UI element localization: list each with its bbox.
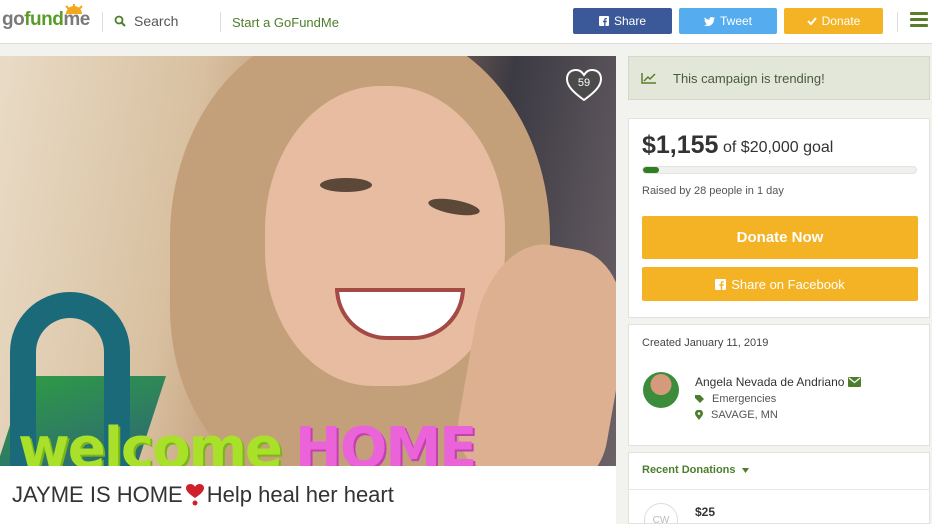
created-date: Created January 11, 2019: [642, 337, 769, 349]
campaign-title: JAYME IS HOME Help heal her heart: [12, 482, 394, 507]
search-label: Search: [134, 13, 179, 29]
hamburger-menu-icon[interactable]: [910, 12, 928, 28]
campaign-hero-image[interactable]: welcome HOME: [0, 56, 616, 466]
top-nav: gofundme Search Start a GoFundMe Share T…: [0, 0, 932, 44]
heart-exclamation-icon: [185, 484, 204, 506]
donate-now-button[interactable]: Donate Now: [642, 216, 918, 259]
search-icon: [114, 15, 126, 27]
share-button[interactable]: Share: [573, 8, 672, 34]
tweet-button[interactable]: Tweet: [679, 8, 777, 34]
nav-separator: [102, 12, 103, 32]
goal-amount: of $20,000 goal: [723, 139, 834, 156]
nav-separator: [897, 12, 898, 32]
tag-icon: [695, 394, 704, 403]
hero-overlay-text: welcome HOME: [18, 416, 477, 466]
organizer-name[interactable]: Angela Nevada de Andriano: [695, 375, 862, 389]
facebook-icon: [598, 16, 609, 26]
donation-summary-card: $1,155 of $20,000 goal Raised by 28 peop…: [628, 118, 930, 318]
recent-donations-toggle[interactable]: Recent Donations: [642, 464, 749, 476]
donate-label: Donate: [821, 14, 861, 28]
tweet-label: Tweet: [719, 14, 752, 28]
favorite-count-badge[interactable]: 59: [565, 68, 603, 102]
organizer-avatar[interactable]: [643, 372, 679, 408]
donation-amount: $25: [695, 505, 716, 519]
logo-sun-icon: [65, 4, 83, 14]
progress-fill: [643, 167, 659, 173]
trending-banner: This campaign is trending!: [628, 56, 930, 100]
campaign-category[interactable]: Emergencies: [695, 393, 776, 405]
donor-avatar: CW: [644, 503, 678, 524]
favorite-count: 59: [577, 77, 591, 89]
caret-down-icon: [741, 467, 749, 473]
organizer-card: Created January 11, 2019 Angela Nevada d…: [628, 324, 930, 446]
recent-donations-card: Recent Donations CW $25: [628, 452, 930, 524]
share-label: Share: [613, 14, 647, 28]
trending-chart-icon: [641, 73, 656, 84]
envelope-icon[interactable]: [848, 377, 862, 387]
share-on-facebook-label: Share on Facebook: [731, 276, 845, 292]
location-pin-icon: [695, 410, 703, 420]
twitter-icon: [703, 16, 715, 26]
checkmark-icon: [806, 17, 817, 25]
start-gofundme-link[interactable]: Start a GoFundMe: [232, 15, 339, 30]
trending-text: This campaign is trending!: [673, 70, 825, 86]
amount-raised: $1,155: [642, 131, 719, 159]
campaign-location: SAVAGE, MN: [695, 409, 778, 421]
header-donate-button[interactable]: Donate: [784, 8, 883, 34]
facebook-icon: [715, 278, 727, 290]
share-on-facebook-button[interactable]: Share on Facebook: [642, 267, 918, 301]
progress-bar: [642, 166, 917, 174]
search-link[interactable]: Search: [114, 13, 178, 29]
nav-separator: [220, 12, 221, 32]
raised-by-text: Raised by 28 people in 1 day: [642, 185, 784, 197]
